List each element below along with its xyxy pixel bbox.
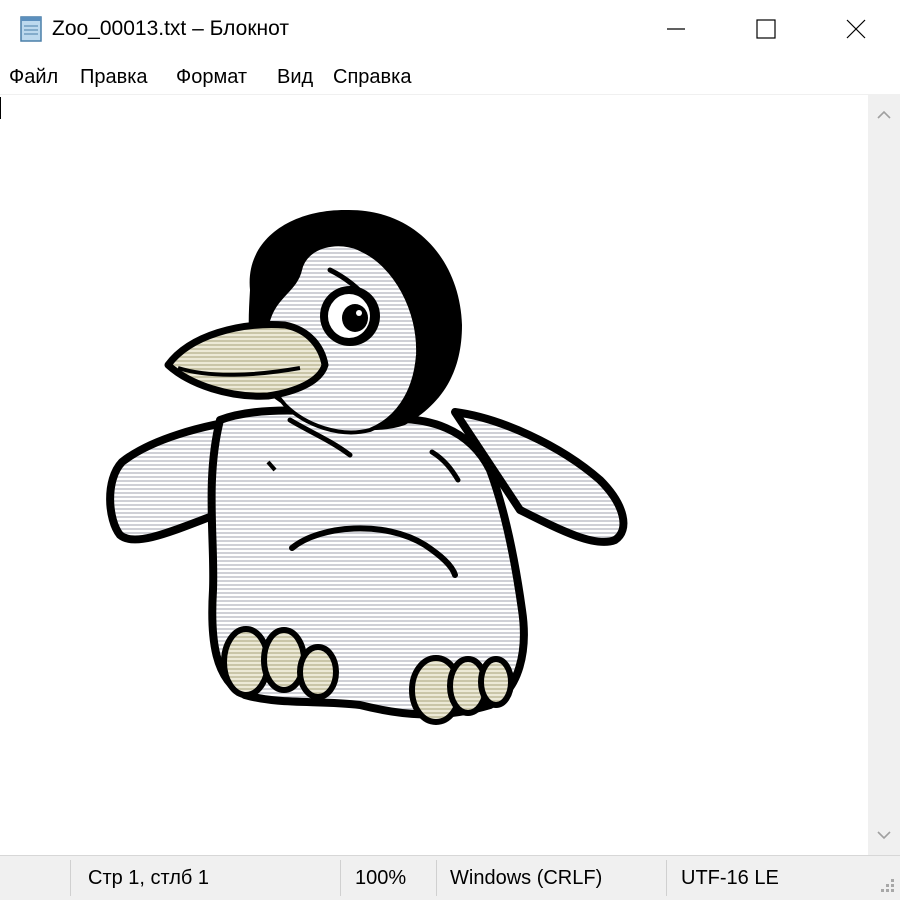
window-title: Zoo_00013.txt – Блокнот (52, 17, 289, 40)
menu-format[interactable]: Формат (176, 64, 247, 90)
chevron-up-icon (877, 110, 891, 119)
status-encoding: UTF-16 LE (681, 867, 779, 889)
minimize-button[interactable] (630, 0, 722, 58)
menu-edit[interactable]: Правка (80, 64, 148, 90)
chevron-down-icon (877, 831, 891, 840)
status-divider (666, 860, 667, 896)
minimize-icon (667, 28, 685, 30)
menu-bar: Файл Правка Формат Вид Справка (0, 60, 900, 94)
maximize-button[interactable] (720, 0, 812, 58)
scroll-up-button[interactable] (868, 99, 900, 131)
status-divider (70, 860, 71, 896)
vertical-scrollbar[interactable] (868, 95, 900, 855)
resize-grip-icon[interactable] (878, 876, 896, 894)
status-line-endings: Windows (CRLF) (450, 867, 603, 889)
status-divider (436, 860, 437, 896)
scroll-down-button[interactable] (868, 819, 900, 851)
title-bar: Zoo_00013.txt – Блокнот (0, 0, 900, 58)
menu-help[interactable]: Справка (333, 64, 411, 90)
penguin-art (106, 209, 628, 725)
text-editor[interactable] (0, 95, 868, 855)
status-zoom: 100% (355, 867, 407, 889)
status-position: Стр 1, стлб 1 (88, 867, 210, 889)
close-button[interactable] (810, 0, 900, 58)
notepad-icon (20, 16, 42, 42)
status-divider (340, 860, 341, 896)
text-caret (0, 97, 1, 119)
close-icon (846, 19, 866, 39)
menu-view[interactable]: Вид (277, 64, 313, 90)
maximize-icon (756, 19, 776, 39)
status-bar: Стр 1, стлб 1 100% Windows (CRLF) UTF-16… (0, 855, 900, 900)
menu-file[interactable]: Файл (9, 64, 58, 90)
